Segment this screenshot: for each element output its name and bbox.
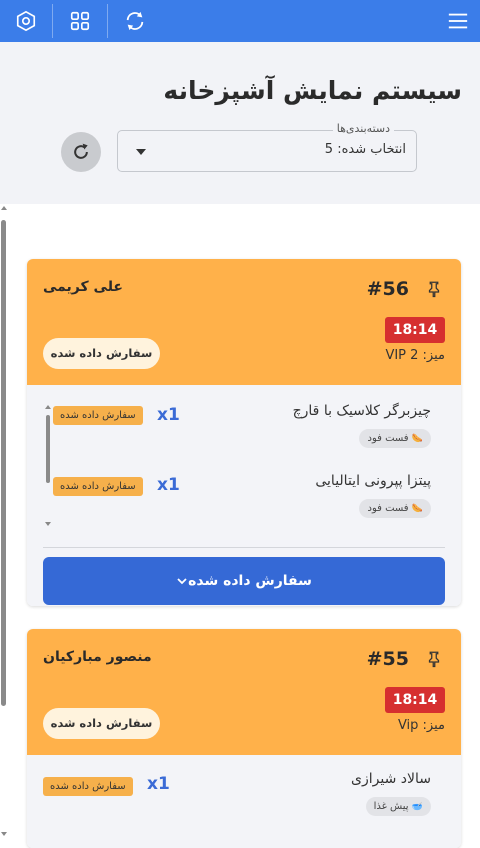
grid-view-button[interactable] (53, 0, 107, 42)
item-status-badge: سفارش داده شده (53, 477, 143, 496)
menu-button[interactable] (436, 0, 480, 42)
order-status-badge: سفارش داده شده (43, 338, 160, 369)
action-button-label: سفارش داده شده (188, 573, 312, 589)
order-number: #56 (366, 278, 409, 300)
hotdog-icon: 🌭 (411, 434, 423, 444)
scroll-up-arrow-icon[interactable] (1, 206, 7, 210)
items-scrollbar[interactable] (46, 415, 50, 483)
customer-name: علی کریمی (43, 279, 123, 295)
order-items: چیزبرگر کلاسیک با قارچ 🌭 فست فود x1 سفار… (27, 385, 461, 606)
item-name: سالاد شیرازی (351, 771, 431, 787)
settings-button[interactable] (0, 0, 52, 42)
item-category-tag: 🥣 پیش غذا (365, 797, 431, 816)
scroll-up-arrow-icon[interactable] (45, 405, 51, 409)
item-name: چیزبرگر کلاسیک با قارچ (292, 403, 431, 419)
category-select[interactable]: دسته‌بندی‌ها انتخاب شده: 5 (117, 122, 417, 172)
customer-name: منصور مبارکیان (43, 649, 152, 665)
pin-icon[interactable] (425, 649, 443, 669)
order-items: سالاد شیرازی 🥣 پیش غذا x1 سفارش داده شده (27, 755, 461, 848)
table-label: میز: VIP 2 (385, 348, 445, 363)
category-select-value: انتخاب شده: 5 (324, 142, 406, 157)
item-category-tag: 🌭 فست فود (359, 499, 431, 518)
item-category-label: فست فود (367, 433, 409, 444)
item-category-tag: 🌭 فست فود (359, 429, 431, 448)
category-select-label: دسته‌بندی‌ها (332, 122, 394, 135)
refresh-button[interactable] (61, 132, 101, 172)
item-quantity: x1 (157, 405, 180, 425)
sync-icon (126, 11, 144, 31)
settings-hexagon-icon (16, 10, 36, 32)
pin-icon[interactable] (425, 279, 443, 299)
order-card-header: #55 منصور مبارکیان 18:14 میز: Vip سفارش … (27, 629, 461, 755)
chevron-down-icon (177, 578, 187, 585)
order-time-badge: 18:14 (385, 317, 445, 343)
table-label: میز: Vip (397, 718, 445, 733)
order-time-badge: 18:14 (385, 687, 445, 713)
item-category-label: پیش غذا (373, 801, 409, 812)
item-quantity: x1 (157, 475, 180, 495)
top-app-bar (0, 0, 480, 42)
item-status-badge: سفارش داده شده (43, 777, 133, 796)
item-status-badge: سفارش داده شده (53, 406, 143, 425)
order-number: #55 (366, 648, 409, 670)
caret-down-icon (136, 149, 146, 155)
divider (43, 547, 445, 548)
bowl-icon: 🥣 (411, 802, 423, 812)
refresh-icon (74, 143, 88, 159)
page-header: سیستم نمایش آشپزخانه دسته‌بندی‌ها انتخاب… (0, 42, 480, 204)
item-quantity: x1 (147, 774, 170, 794)
page-title: سیستم نمایش آشپزخانه (163, 76, 462, 105)
sync-button[interactable] (108, 0, 162, 42)
item-category-label: فست فود (367, 503, 409, 514)
order-status-action-button[interactable]: سفارش داده شده (43, 557, 445, 605)
scroll-down-arrow-icon[interactable] (45, 522, 51, 526)
order-status-badge: سفارش داده شده (43, 708, 160, 739)
page-scrollbar[interactable] (1, 220, 6, 706)
menu-icon (448, 13, 468, 29)
order-card: #55 منصور مبارکیان 18:14 میز: Vip سفارش … (27, 629, 461, 848)
grid-icon (70, 11, 90, 31)
order-card: #56 علی کریمی 18:14 میز: VIP 2 سفارش داد… (27, 259, 461, 606)
scroll-down-arrow-icon[interactable] (1, 832, 7, 836)
order-card-header: #56 علی کریمی 18:14 میز: VIP 2 سفارش داد… (27, 259, 461, 385)
hotdog-icon: 🌭 (411, 504, 423, 514)
item-name: پیتزا پپرونی ایتالیایی (315, 473, 431, 489)
